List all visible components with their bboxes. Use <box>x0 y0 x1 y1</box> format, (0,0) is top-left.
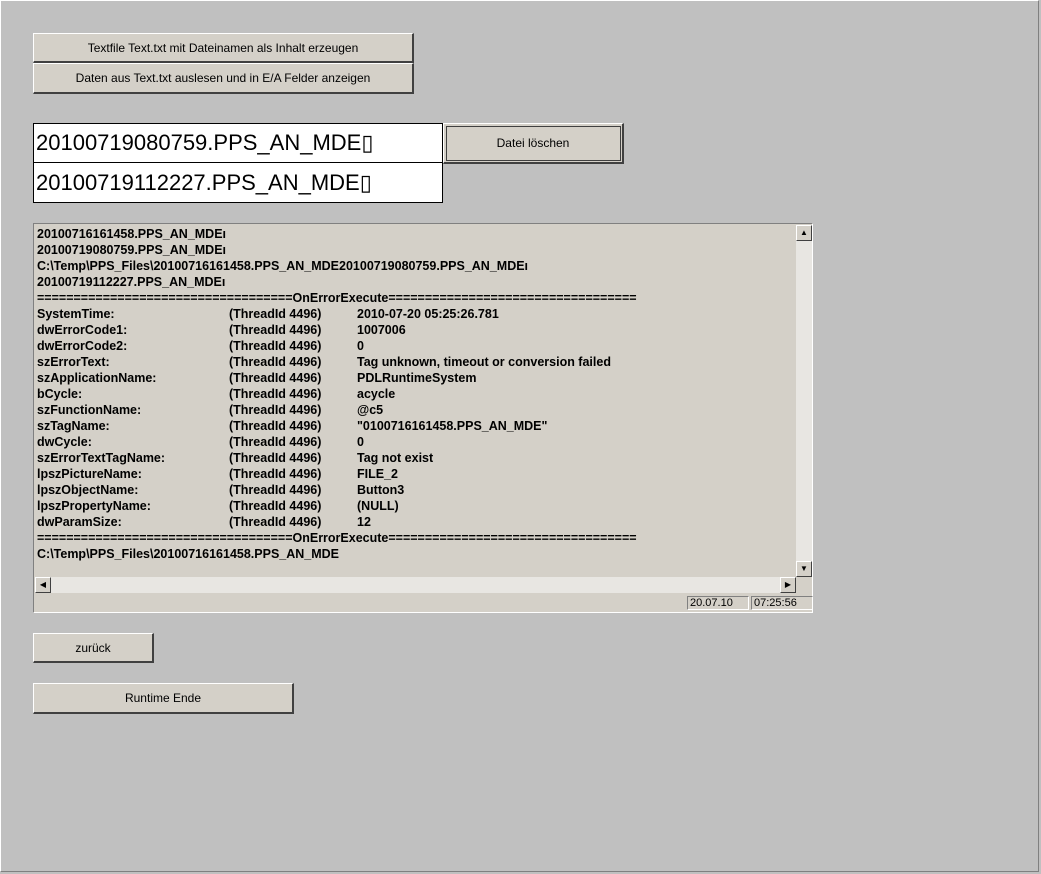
log-entry-row: szApplicationName: (ThreadId 4496) PDLRunt… <box>37 370 796 386</box>
log-entry-key: dwErrorCode1: <box>37 323 128 337</box>
read-textfile-button[interactable]: Daten aus Text.txt auslesen und in E/A F… <box>33 63 414 94</box>
log-entry-key: dwErrorCode2: <box>37 339 128 353</box>
log-entry-value: 0 <box>357 435 364 449</box>
log-entry-row: szFunctionName: (ThreadId 4496) @c5 <box>37 402 796 418</box>
scroll-left-icon[interactable]: ◀ <box>35 577 51 593</box>
back-button[interactable]: zurück <box>33 633 154 663</box>
log-entry-row: dwParamSize: (ThreadId 4496) 12 <box>37 514 796 530</box>
vertical-scrollbar[interactable]: ▲ ▼ <box>796 225 812 577</box>
log-entry-row: dwErrorCode2: (ThreadId 4496) 0 <box>37 338 796 354</box>
scrollbar-corner <box>796 577 812 593</box>
log-entry-value: @c5 <box>357 403 384 417</box>
log-entry-thread: (ThreadId 4496) <box>229 515 322 529</box>
log-entry-value: FILE_2 <box>357 467 398 481</box>
log-entry-key: szFunctionName: <box>37 403 142 417</box>
log-entry-thread: (ThreadId 4496) <box>229 435 322 449</box>
log-entry-key: dwParamSize: <box>37 515 122 529</box>
log-line: 20100716161458.PPS_AN_MDEı <box>37 227 227 241</box>
log-line: 20100719112227.PPS_AN_MDEı <box>37 275 226 289</box>
log-entry-thread: (ThreadId 4496) <box>229 467 322 481</box>
log-entry-value: Tag not exist <box>357 451 434 465</box>
log-entry-key: lpszPropertyName: <box>37 499 151 513</box>
log-entry-row: szErrorText: (ThreadId 4496) Tag unknown, … <box>37 354 796 370</box>
log-entry-value: acycle <box>357 387 396 401</box>
log-entry-row: lpszPictureName: (ThreadId 4496) FILE_2 <box>37 466 796 482</box>
log-entry-thread: (ThreadId 4496) <box>229 483 322 497</box>
log-entry-key: bCycle: <box>37 387 83 401</box>
log-entry-thread: (ThreadId 4496) <box>229 403 322 417</box>
scroll-down-icon[interactable]: ▼ <box>796 561 812 577</box>
log-separator: ===================================OnErr… <box>37 291 637 305</box>
log-entry-row: bCycle: (ThreadId 4496) acycle <box>37 386 796 402</box>
log-line: 20100719080759.PPS_AN_MDEı <box>37 243 227 257</box>
log-entry-row: lpszPropertyName: (ThreadId 4496) (NULL) <box>37 498 796 514</box>
io-field-filename-2[interactable]: 20100719112227.PPS_AN_MDE▯ <box>33 162 443 203</box>
log-entry-key: SystemTime: <box>37 307 115 321</box>
log-entry-thread: (ThreadId 4496) <box>229 499 322 513</box>
log-entry-value: 2010-07-20 05:25:26.781 <box>357 307 499 321</box>
log-separator: ===================================OnErr… <box>37 531 637 545</box>
log-line: C:\Temp\PPS_Files\20100716161458.PPS_AN_… <box>37 547 340 561</box>
log-entry-thread: (ThreadId 4496) <box>229 323 322 337</box>
log-entry-key: szErrorText: <box>37 355 110 369</box>
log-entry-thread: (ThreadId 4496) <box>229 355 322 369</box>
runtime-end-button[interactable]: Runtime Ende <box>33 683 294 714</box>
log-text-area[interactable]: 20100716161458.PPS_AN_MDEı 2010071908075… <box>35 225 796 577</box>
log-entry-value: Button3 <box>357 483 405 497</box>
log-entry-value: (NULL) <box>357 499 399 513</box>
scroll-up-icon[interactable]: ▲ <box>796 225 812 241</box>
create-textfile-button[interactable]: Textfile Text.txt mit Dateinamen als Inh… <box>33 33 414 63</box>
horizontal-scrollbar[interactable]: ◀ ▶ <box>35 577 796 593</box>
delete-file-button[interactable]: Datei löschen <box>443 123 624 164</box>
log-entry-value: PDLRuntimeSystem <box>357 371 477 385</box>
log-entry-key: szErrorTextTagName: <box>37 451 166 465</box>
log-line: C:\Temp\PPS_Files\20100716161458.PPS_AN_… <box>37 259 529 273</box>
log-entry-key: szTagName: <box>37 419 110 433</box>
status-time: 07:25:56 <box>751 596 813 610</box>
log-entry-value: 1007006 <box>357 323 406 337</box>
scroll-right-icon[interactable]: ▶ <box>780 577 796 593</box>
log-entry-thread: (ThreadId 4496) <box>229 387 322 401</box>
io-field-filename-1[interactable]: 20100719080759.PPS_AN_MDE▯ <box>33 123 443 163</box>
log-entry-row: SystemTime: (ThreadId 4496) 2010-07-20 05:… <box>37 306 796 322</box>
log-entry-value: "0100716161458.PPS_AN_MDE" <box>357 419 548 433</box>
log-entry-row: lpszObjectName: (ThreadId 4496) Button3 <box>37 482 796 498</box>
log-window: 20100716161458.PPS_AN_MDEı 2010071908075… <box>33 223 813 613</box>
status-bar: 20.07.10 07:25:56 <box>35 595 813 611</box>
log-entry-row: dwErrorCode1: (ThreadId 4496) 1007006 <box>37 322 796 338</box>
log-entry-thread: (ThreadId 4496) <box>229 419 322 433</box>
log-entry-thread: (ThreadId 4496) <box>229 339 322 353</box>
status-date: 20.07.10 <box>687 596 749 610</box>
log-entry-thread: (ThreadId 4496) <box>229 451 322 465</box>
log-entry-row: szErrorTextTagName: (ThreadId 4496) Tag no… <box>37 450 796 466</box>
log-entry-key: lpszObjectName: <box>37 483 139 497</box>
log-entry-key: dwCycle: <box>37 435 92 449</box>
log-entry-key: lpszPictureName: <box>37 467 142 481</box>
log-entry-row: szTagName: (ThreadId 4496) "0100716161458.… <box>37 418 796 434</box>
log-entry-value: Tag unknown, timeout or conversion faile… <box>357 355 611 369</box>
log-entry-thread: (ThreadId 4496) <box>229 371 322 385</box>
log-entry-value: 0 <box>357 339 364 353</box>
log-entry-key: szApplicationName: <box>37 371 157 385</box>
log-entry-value: 12 <box>357 515 371 529</box>
log-entry-thread: (ThreadId 4496) <box>229 307 322 321</box>
log-entry-row: dwCycle: (ThreadId 4496) 0 <box>37 434 796 450</box>
